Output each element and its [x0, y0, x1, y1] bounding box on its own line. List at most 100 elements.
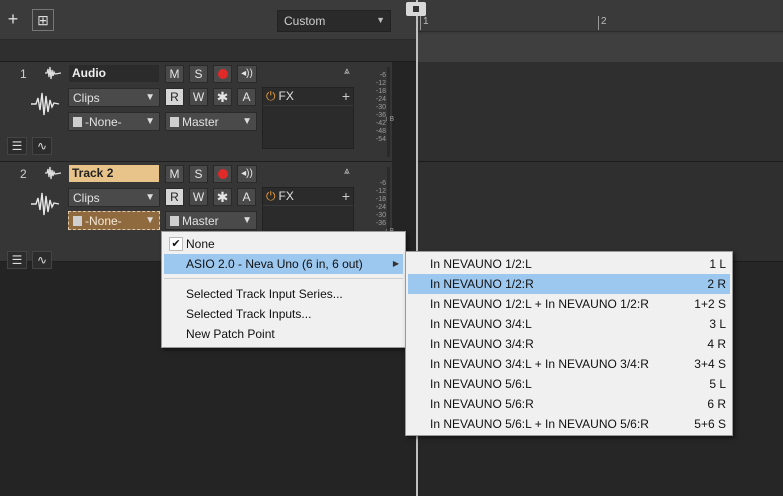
automation-button[interactable]: A: [237, 188, 256, 206]
audio-waveform-icon: [30, 190, 60, 218]
input-echo-button[interactable]: ◂)): [237, 165, 257, 183]
input-label: -None-: [85, 214, 122, 228]
fx-header: ⏻ FX: [266, 89, 294, 104]
track-properties-icon[interactable]: ☰: [7, 251, 27, 269]
input-icon: [73, 216, 82, 226]
track-name-field[interactable]: Track 2: [69, 165, 159, 182]
record-arm-button[interactable]: [213, 65, 232, 83]
solo-button[interactable]: S: [189, 165, 208, 183]
add-fx-button[interactable]: +: [342, 88, 350, 104]
track-name-field[interactable]: Audio: [69, 65, 159, 82]
menu-item-new-patch-point[interactable]: New Patch Point: [164, 324, 403, 344]
track-properties-icon[interactable]: ☰: [7, 137, 27, 155]
submenu-item-label: In NEVAUNO 5/6:L: [430, 377, 532, 391]
menu-item-asio[interactable]: ASIO 2.0 - Neva Uno (6 in, 6 out) ▶: [164, 254, 403, 274]
submenu-item[interactable]: In NEVAUNO 1/2:R 2 R: [408, 274, 730, 294]
meter-label: -18: [375, 88, 386, 95]
submenu-item-label: In NEVAUNO 5/6:R: [430, 397, 534, 411]
track-lane-2[interactable]: [416, 162, 783, 262]
submenu-item[interactable]: In NEVAUNO 3/4:R 4 R: [408, 334, 730, 354]
record-arm-button[interactable]: [213, 165, 232, 183]
meter-label: -48: [375, 128, 386, 135]
track-number: 2: [20, 167, 27, 181]
automation-lane-icon[interactable]: ∿: [32, 251, 52, 269]
track-number: 1: [20, 67, 27, 81]
read-automation-button[interactable]: R: [165, 88, 184, 106]
submenu-item-channel: 6 R: [707, 397, 726, 411]
submenu-item-channel: 5+6 S: [694, 417, 726, 431]
clips-view-dropdown[interactable]: Clips ▼: [68, 188, 160, 207]
automation-button[interactable]: A: [237, 88, 256, 106]
output-dropdown[interactable]: Master ▼: [165, 112, 257, 131]
submenu-item[interactable]: In NEVAUNO 1/2:L 1 L: [408, 254, 730, 274]
clips-label: Clips: [73, 91, 100, 105]
menu-item-none[interactable]: ✔ None: [164, 234, 403, 254]
fx-divider: [263, 105, 353, 106]
submenu-item[interactable]: In NEVAUNO 5/6:L + In NEVAUNO 5/6:R 5+6 S: [408, 414, 730, 434]
meter-label: -54: [375, 136, 386, 143]
collapse-arrow-icon[interactable]: ⩓: [344, 66, 350, 77]
audio-waveform-icon: [30, 90, 60, 118]
meter-label: -12: [375, 80, 386, 87]
clips-label: Clips: [73, 191, 100, 205]
menu-item-track-inputs[interactable]: Selected Track Inputs...: [164, 304, 403, 324]
submenu-item[interactable]: In NEVAUNO 5/6:L 5 L: [408, 374, 730, 394]
power-icon[interactable]: ⏻: [266, 89, 276, 103]
mute-button[interactable]: M: [165, 65, 184, 83]
submenu-item-channel: 4 R: [707, 337, 726, 351]
submenu-item-label: In NEVAUNO 3/4:L + In NEVAUNO 3/4:R: [430, 357, 649, 371]
collapse-arrow-icon[interactable]: ⩓: [344, 166, 350, 177]
output-dropdown[interactable]: Master ▼: [165, 211, 257, 230]
track-1[interactable]: 1 Audio M S ◂)) ⩓ Clips ▼ R W ✱ A -None-…: [0, 62, 394, 162]
ruler-tick: [598, 16, 599, 30]
record-icon: [217, 169, 228, 179]
meter-label: -30: [375, 104, 386, 111]
ruler-bar-row: [417, 14, 783, 32]
chevron-down-icon: ▼: [145, 92, 155, 103]
input-dropdown[interactable]: -None- ▼: [68, 211, 160, 230]
write-automation-button[interactable]: W: [189, 188, 208, 206]
meter-label: -6: [379, 72, 386, 79]
input-dropdown[interactable]: -None- ▼: [68, 112, 160, 131]
chevron-down-icon: ▼: [376, 15, 385, 25]
add-folder-button[interactable]: ⊞: [32, 9, 54, 31]
add-track-button[interactable]: +: [2, 9, 24, 31]
submenu-item-label: In NEVAUNO 5/6:L + In NEVAUNO 5/6:R: [430, 417, 649, 431]
track-lane-1[interactable]: [416, 62, 783, 162]
submenu-item-label: In NEVAUNO 3/4:L: [430, 317, 532, 331]
fx-rack[interactable]: ⏻ FX +: [262, 87, 354, 149]
meter-label: -24: [375, 204, 386, 211]
record-icon: [217, 69, 228, 79]
preset-label: Custom: [284, 14, 326, 28]
meter-label: -6: [379, 180, 386, 187]
submenu-item[interactable]: In NEVAUNO 3/4:L 3 L: [408, 314, 730, 334]
solo-button[interactable]: S: [189, 65, 208, 83]
mute-button[interactable]: M: [165, 165, 184, 183]
snap-button[interactable]: ✱: [213, 188, 232, 206]
write-automation-button[interactable]: W: [189, 88, 208, 106]
timeline-ruler[interactable]: 1 2: [416, 0, 783, 62]
track-view-preset-dropdown[interactable]: Custom ▼: [277, 10, 391, 32]
submenu-item[interactable]: In NEVAUNO 5/6:R 6 R: [408, 394, 730, 414]
chevron-down-icon: ▼: [145, 215, 155, 226]
ruler-marker-row: [417, 34, 783, 62]
menu-item-label: Selected Track Inputs...: [186, 307, 312, 321]
submenu-item[interactable]: In NEVAUNO 1/2:L + In NEVAUNO 1/2:R 1+2 S: [408, 294, 730, 314]
menu-item-input-series[interactable]: Selected Track Input Series...: [164, 284, 403, 304]
track-header-strip: [0, 40, 416, 62]
menu-item-label: ASIO 2.0 - Neva Uno (6 in, 6 out): [186, 257, 363, 271]
now-time-handle[interactable]: [406, 2, 426, 16]
snap-button[interactable]: ✱: [213, 88, 232, 106]
meter-label: -24: [375, 96, 386, 103]
output-label: Master: [182, 214, 219, 228]
input-label: -None-: [85, 115, 122, 129]
read-automation-button[interactable]: R: [165, 188, 184, 206]
submenu-item[interactable]: In NEVAUNO 3/4:L + In NEVAUNO 3/4:R 3+4 S: [408, 354, 730, 374]
fx-divider: [263, 205, 353, 206]
asio-inputs-submenu: In NEVAUNO 1/2:L 1 L In NEVAUNO 1/2:R 2 R …: [405, 251, 733, 436]
input-echo-button[interactable]: ◂)): [237, 65, 257, 83]
clips-view-dropdown[interactable]: Clips ▼: [68, 88, 160, 107]
automation-lane-icon[interactable]: ∿: [32, 137, 52, 155]
add-fx-button[interactable]: +: [342, 188, 350, 204]
power-icon[interactable]: ⏻: [266, 189, 276, 203]
